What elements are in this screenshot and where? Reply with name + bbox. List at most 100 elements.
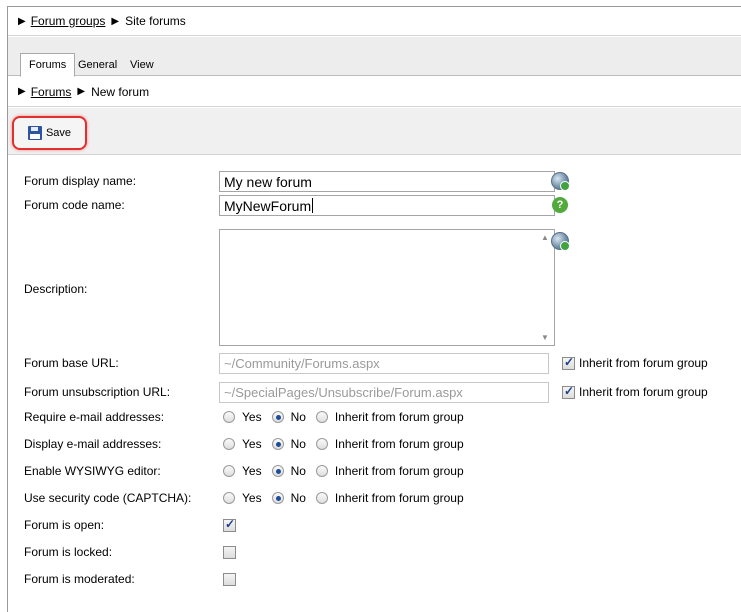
require-email-radios: Yes No Inherit from forum group — [223, 407, 474, 427]
require-email-no[interactable]: No — [271, 410, 306, 424]
radio-button[interactable] — [315, 492, 328, 504]
radio-button[interactable] — [223, 411, 235, 423]
wysiwyg-yes[interactable]: Yes — [223, 464, 262, 478]
tab-forums[interactable]: Forums — [20, 53, 76, 77]
display-email-inherit[interactable]: Inherit from forum group — [315, 437, 464, 451]
require-email-label: Require e-mail addresses: — [24, 410, 165, 424]
radio-button[interactable] — [315, 411, 328, 423]
captcha-yes[interactable]: Yes — [223, 491, 262, 505]
radio-button[interactable] — [223, 438, 235, 450]
description-scrollbar[interactable]: ▲ ▼ — [538, 230, 554, 345]
radio-label: Yes — [242, 437, 262, 451]
display-email-no[interactable]: No — [271, 437, 306, 451]
toolbar: Save — [8, 108, 741, 155]
base-url-row: Forum base URL: — [24, 352, 218, 374]
chevron-right-icon: ▶ — [18, 15, 26, 27]
localize-globe-icon[interactable] — [551, 172, 570, 191]
is-open-label: Forum is open: — [24, 518, 105, 532]
require-email-inherit[interactable]: Inherit from forum group — [315, 410, 464, 424]
sub-breadcrumb: ▶ Forums ▶ New forum — [8, 77, 741, 107]
code-name-input[interactable]: MyNewForum — [219, 195, 555, 216]
radio-label: Yes — [242, 464, 262, 478]
display-name-label: Forum display name: — [24, 174, 137, 188]
radio-label: Yes — [242, 491, 262, 505]
save-button-label: Save — [45, 127, 72, 139]
description-row: Description: — [24, 278, 218, 300]
unsub-url-value: ~/SpecialPages/Unsubscribe/Forum.aspx — [224, 385, 463, 400]
radio-label: Yes — [242, 410, 262, 424]
radio-label: No — [290, 437, 306, 451]
help-icon[interactable]: ? — [552, 197, 568, 213]
save-button[interactable]: Save — [12, 116, 87, 150]
display-name-input[interactable]: My new forum — [219, 171, 555, 192]
code-name-value: MyNewForum — [224, 197, 312, 214]
wysiwyg-label: Enable WYSIWYG editor: — [24, 464, 161, 478]
captcha-label: Use security code (CAPTCHA): — [24, 491, 192, 505]
radio-label: Inherit from forum group — [334, 464, 464, 478]
base-url-input[interactable]: ~/Community/Forums.aspx — [219, 353, 549, 374]
captcha-no[interactable]: No — [271, 491, 306, 505]
radio-label: No — [290, 464, 306, 478]
wysiwyg-inherit[interactable]: Inherit from forum group — [315, 464, 464, 478]
display-name-row: Forum display name: — [24, 170, 218, 192]
radio-button[interactable] — [271, 411, 284, 423]
chevron-right-icon: ▶ — [111, 15, 120, 27]
tab-bar: Forums General View — [8, 37, 741, 77]
display-email-label: Display e-mail addresses: — [24, 437, 162, 451]
localize-globe-icon[interactable] — [551, 232, 570, 251]
wysiwyg-no[interactable]: No — [271, 464, 306, 478]
display-email-yes[interactable]: Yes — [223, 437, 262, 451]
scroll-up-arrow-icon[interactable]: ▲ — [541, 233, 549, 242]
wysiwyg-row: Enable WYSIWYG editor: — [24, 460, 218, 482]
display-name-value: My new forum — [224, 173, 312, 190]
display-email-row: Display e-mail addresses: — [24, 433, 218, 455]
radio-label: Inherit from forum group — [334, 491, 464, 505]
unsub-url-inherit[interactable]: Inherit from forum group — [562, 382, 708, 402]
breadcrumb-current: New forum — [91, 84, 150, 99]
is-open-row: Forum is open: — [24, 514, 236, 536]
breadcrumb: ▶ Forum groups ▶ Site forums — [8, 7, 741, 36]
display-email-radios: Yes No Inherit from forum group — [223, 434, 474, 454]
radio-button[interactable] — [315, 438, 328, 450]
radio-button[interactable] — [271, 465, 284, 477]
is-open-checkbox[interactable] — [223, 517, 236, 532]
radio-button[interactable] — [223, 492, 235, 504]
is-locked-checkbox[interactable] — [223, 545, 236, 559]
base-url-label: Forum base URL: — [24, 356, 119, 370]
is-moderated-checkbox[interactable] — [223, 572, 236, 586]
radio-label: Inherit from forum group — [334, 437, 464, 451]
base-url-inherit-checkbox[interactable] — [562, 355, 575, 370]
tab-general[interactable]: General — [70, 53, 125, 76]
code-name-row: Forum code name: — [24, 194, 218, 216]
description-label: Description: — [24, 282, 88, 296]
unsub-url-row: Forum unsubscription URL: — [24, 381, 218, 403]
unsub-url-inherit-label: Inherit from forum group — [579, 385, 708, 399]
floppy-disk-icon — [27, 126, 42, 140]
unsub-url-input[interactable]: ~/SpecialPages/Unsubscribe/Forum.aspx — [219, 382, 549, 403]
radio-button[interactable] — [271, 492, 284, 504]
base-url-value: ~/Community/Forums.aspx — [224, 356, 380, 371]
base-url-inherit-label: Inherit from forum group — [579, 356, 708, 370]
forum-editor-frame: ▶ Forum groups ▶ Site forums Forums Gene… — [7, 6, 741, 612]
radio-label: No — [290, 491, 306, 505]
wysiwyg-radios: Yes No Inherit from forum group — [223, 461, 474, 481]
unsub-url-inherit-checkbox[interactable] — [562, 384, 575, 399]
captcha-row: Use security code (CAPTCHA): — [24, 487, 218, 509]
breadcrumb-link-forum-groups[interactable]: Forum groups — [31, 14, 106, 28]
description-textarea[interactable]: ▲ ▼ — [219, 229, 555, 346]
radio-button[interactable] — [271, 438, 284, 450]
scroll-down-arrow-icon[interactable]: ▼ — [541, 333, 549, 342]
code-name-label: Forum code name: — [24, 198, 125, 212]
require-email-yes[interactable]: Yes — [223, 410, 262, 424]
tab-view[interactable]: View — [122, 53, 162, 76]
radio-button[interactable] — [315, 465, 328, 477]
captcha-inherit[interactable]: Inherit from forum group — [315, 491, 464, 505]
base-url-inherit[interactable]: Inherit from forum group — [562, 353, 708, 373]
radio-label: Inherit from forum group — [334, 410, 464, 424]
chevron-right-icon: ▶ — [18, 86, 26, 97]
radio-button[interactable] — [223, 465, 235, 477]
chevron-right-icon: ▶ — [77, 86, 86, 97]
breadcrumb-link-forums[interactable]: Forums — [31, 85, 72, 99]
breadcrumb-current: Site forums — [125, 14, 186, 28]
text-caret — [312, 198, 314, 213]
